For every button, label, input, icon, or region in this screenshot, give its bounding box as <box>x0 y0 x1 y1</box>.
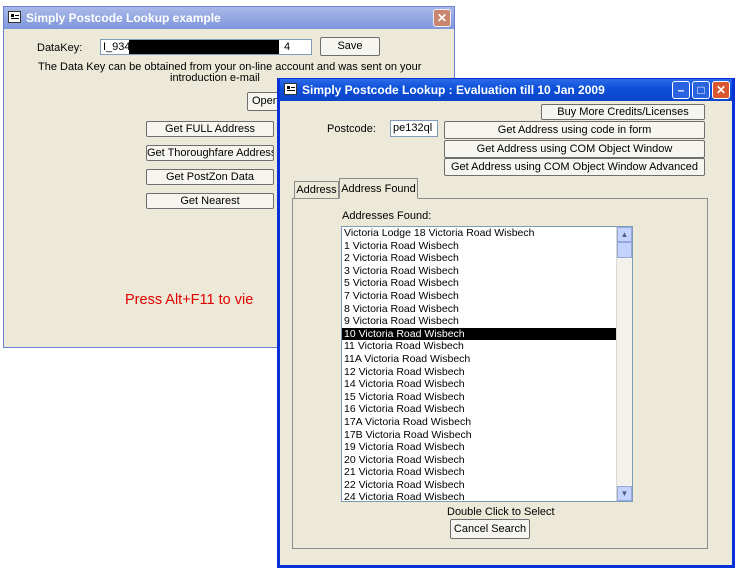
scrollbar-thumb[interactable] <box>617 242 632 258</box>
get-address-com-window-advanced-button[interactable]: Get Address using COM Object Window Adva… <box>444 158 705 176</box>
datakey-value-end: 4 <box>284 41 291 53</box>
get-full-address-button[interactable]: Get FULL Address <box>146 121 274 137</box>
scroll-down-icon[interactable]: ▼ <box>617 486 632 501</box>
list-item[interactable]: Victoria Lodge 18 Victoria Road Wisbech <box>342 227 616 240</box>
access-form-icon <box>284 83 297 95</box>
double-click-hint: Double Click to Select <box>447 506 555 518</box>
list-item[interactable]: 17B Victoria Road Wisbech <box>342 429 616 442</box>
access-form-icon <box>8 11 21 23</box>
front-window: Simply Postcode Lookup : Evaluation till… <box>277 78 735 568</box>
datakey-label: DataKey: <box>37 42 83 54</box>
maximize-icon[interactable]: □ <box>692 81 710 99</box>
list-item[interactable]: 3 Victoria Road Wisbech <box>342 265 616 278</box>
list-item[interactable]: 7 Victoria Road Wisbech <box>342 290 616 303</box>
front-window-titlebar[interactable]: Simply Postcode Lookup : Evaluation till… <box>280 79 732 101</box>
addresses-listbox[interactable]: Victoria Lodge 18 Victoria Road Wisbech … <box>341 226 633 502</box>
postcode-label: Postcode: <box>327 123 376 135</box>
minimize-icon[interactable]: – <box>672 81 690 99</box>
list-item[interactable]: 19 Victoria Road Wisbech <box>342 441 616 454</box>
list-item[interactable]: 12 Victoria Road Wisbech <box>342 366 616 379</box>
press-alt-f11-text: Press Alt+F11 to vie <box>125 292 254 308</box>
get-address-code-in-form-button[interactable]: Get Address using code in form <box>444 121 705 139</box>
back-window-titlebar[interactable]: Simply Postcode Lookup example ✕ <box>4 7 454 29</box>
addresses-list: Victoria Lodge 18 Victoria Road Wisbech … <box>342 227 616 501</box>
list-item[interactable]: 11A Victoria Road Wisbech <box>342 353 616 366</box>
get-postzon-data-button[interactable]: Get PostZon Data <box>146 169 274 185</box>
close-icon[interactable]: ✕ <box>433 9 451 27</box>
get-nearest-button[interactable]: Get Nearest <box>146 193 274 209</box>
list-item[interactable]: 20 Victoria Road Wisbech <box>342 454 616 467</box>
get-address-com-window-button[interactable]: Get Address using COM Object Window <box>444 140 705 158</box>
datakey-info-text-line2: introduction e-mail <box>170 72 260 84</box>
list-item[interactable]: 16 Victoria Road Wisbech <box>342 403 616 416</box>
scroll-up-icon[interactable]: ▲ <box>617 227 632 242</box>
front-window-title: Simply Postcode Lookup : Evaluation till… <box>302 83 605 97</box>
list-item[interactable]: 24 Victoria Road Wisbech <box>342 491 616 501</box>
list-item[interactable]: 1 Victoria Road Wisbech <box>342 240 616 253</box>
list-item[interactable]: 8 Victoria Road Wisbech <box>342 303 616 316</box>
datakey-value-start: I_934 <box>103 41 131 53</box>
list-item[interactable]: 21 Victoria Road Wisbech <box>342 466 616 479</box>
buy-more-credits-button[interactable]: Buy More Credits/Licenses <box>541 104 705 120</box>
vertical-scrollbar[interactable]: ▲ ▼ <box>616 227 632 501</box>
back-window-title: Simply Postcode Lookup example <box>26 11 221 25</box>
list-item[interactable]: 5 Victoria Road Wisbech <box>342 277 616 290</box>
tab-address[interactable]: Address <box>294 181 339 199</box>
list-item[interactable]: 11 Victoria Road Wisbech <box>342 340 616 353</box>
list-item[interactable]: 14 Victoria Road Wisbech <box>342 378 616 391</box>
close-icon[interactable]: ✕ <box>712 81 730 99</box>
list-item-selected[interactable]: 10 Victoria Road Wisbech <box>342 327 616 341</box>
list-item[interactable]: 22 Victoria Road Wisbech <box>342 479 616 492</box>
tab-address-found[interactable]: Address Found <box>339 178 418 199</box>
datakey-redaction <box>129 40 279 54</box>
list-item[interactable]: 15 Victoria Road Wisbech <box>342 391 616 404</box>
postcode-field[interactable]: pe132ql <box>390 120 438 137</box>
cancel-search-button[interactable]: Cancel Search <box>450 519 530 539</box>
datakey-field[interactable]: I_934 4 <box>100 39 312 55</box>
get-thoroughfare-address-button[interactable]: Get Thoroughfare Address <box>146 145 274 161</box>
address-found-panel: Addresses Found: Victoria Lodge 18 Victo… <box>292 198 708 549</box>
list-item[interactable]: 9 Victoria Road Wisbech <box>342 315 616 328</box>
list-item[interactable]: 2 Victoria Road Wisbech <box>342 252 616 265</box>
save-button[interactable]: Save <box>320 37 380 56</box>
addresses-found-label: Addresses Found: <box>342 210 432 222</box>
list-item[interactable]: 17A Victoria Road Wisbech <box>342 416 616 429</box>
